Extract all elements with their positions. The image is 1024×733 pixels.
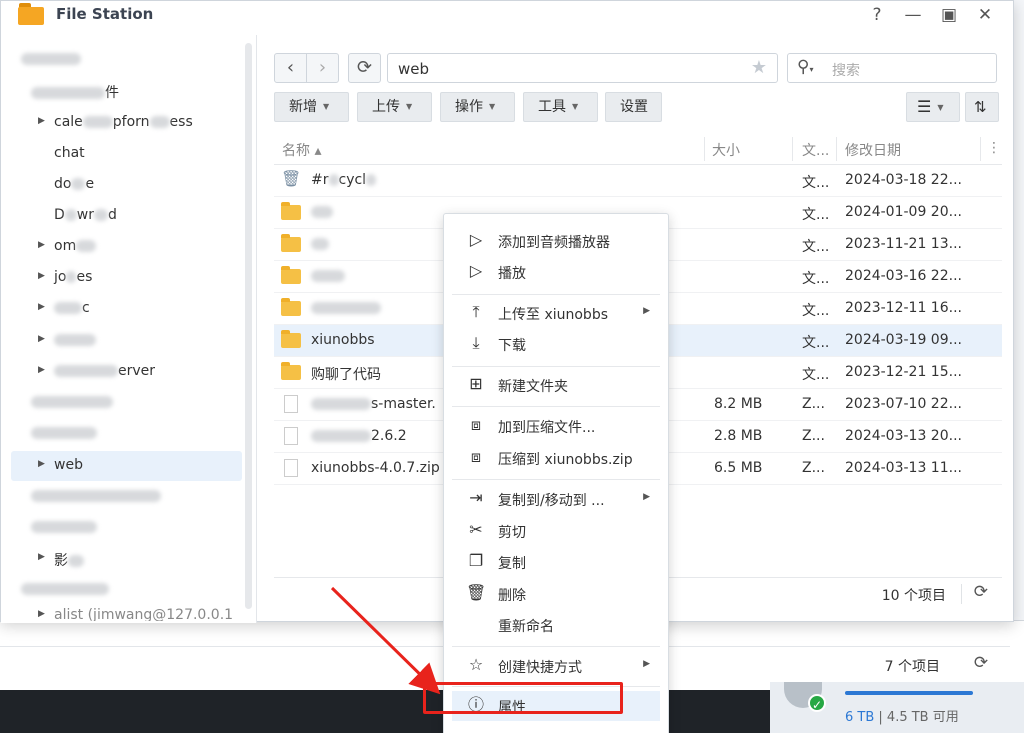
screen: 7 个项目 ⟳ ✓ 6 TB | 4.5 TB 可用 File Station … xyxy=(0,0,1024,733)
annotation-arrow xyxy=(330,586,441,695)
